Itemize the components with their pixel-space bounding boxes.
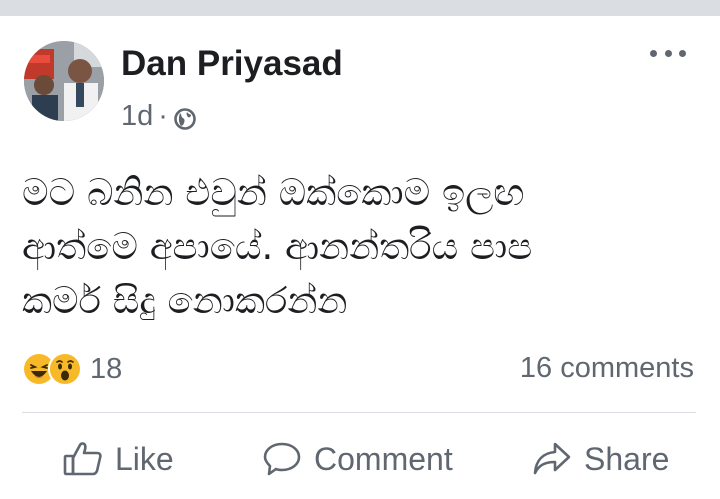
post-text-line: කර්ම සිදු නොකරන්න (22, 279, 348, 322)
post-text-line: මට බනින එවුන් ඔක්කොම ඉලඟ (22, 171, 525, 214)
comment-button[interactable]: Comment (262, 434, 453, 484)
globe-icon (173, 106, 197, 130)
share-arrow-icon (533, 442, 571, 475)
comment-label: Comment (314, 440, 453, 477)
thumbs-up-icon (63, 442, 102, 476)
top-separator-strip (0, 0, 720, 16)
share-label: Share (584, 440, 670, 477)
wow-reaction-icon (48, 352, 82, 386)
like-button[interactable]: Like (63, 434, 174, 484)
divider (22, 412, 696, 413)
reactions-summary[interactable]: 18 (22, 352, 122, 386)
avatar-photo (24, 41, 104, 121)
reaction-count: 18 (90, 352, 123, 385)
share-button[interactable]: Share (532, 434, 669, 484)
post-text-line: ආත්මෙ අපායේ. ආනන්තරිය පාප (22, 225, 533, 268)
more-options-icon[interactable] (650, 44, 686, 62)
like-label: Like (115, 440, 174, 477)
avatar[interactable] (24, 41, 104, 121)
author-name[interactable]: Dan Priyasad (121, 44, 343, 84)
post-text: මට බනින එවුන් ඔක්කොම ඉලඟ ආත්මෙ අපායේ. ආන… (22, 166, 702, 328)
post-timestamp[interactable]: 1d (121, 100, 153, 133)
comments-count-link[interactable]: 16 comments (520, 352, 694, 385)
comment-bubble-icon (263, 442, 301, 476)
post-meta: 1d · (121, 100, 197, 133)
meta-separator: · (158, 100, 168, 132)
